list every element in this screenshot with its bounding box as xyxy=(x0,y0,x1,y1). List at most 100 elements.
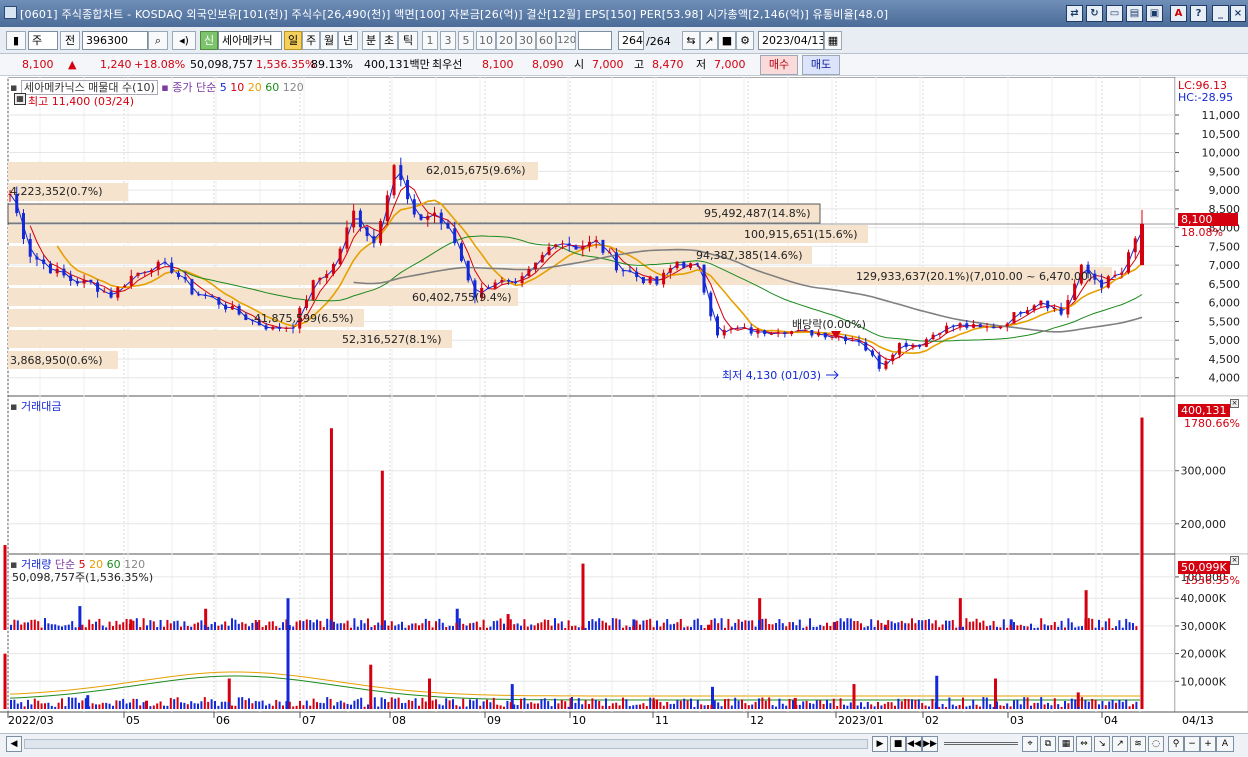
chart-type-icon[interactable]: ▮ xyxy=(6,31,26,50)
low-note: 최저 4,130 (01/03) xyxy=(722,369,822,382)
date-input[interactable]: 2023/04/13 xyxy=(758,31,824,50)
volume-panel-close-icon[interactable]: × xyxy=(1230,556,1239,565)
shape-tool-icon[interactable]: ◌ xyxy=(1148,736,1164,752)
amount-small-bar xyxy=(598,618,601,630)
period-tick[interactable]: 틱 xyxy=(398,31,418,50)
settings-gear-icon[interactable]: ⚙ xyxy=(736,31,754,50)
speaker-icon[interactable]: ◂) xyxy=(172,31,196,50)
trend-tool-icon[interactable]: ↗ xyxy=(1112,736,1128,752)
amount-small-bar xyxy=(367,618,369,630)
stock-code-input[interactable]: 396300 xyxy=(82,31,148,50)
volume-small-bar xyxy=(679,700,682,709)
play-icon[interactable]: ▶ xyxy=(872,736,888,752)
volume-small-bar xyxy=(295,705,298,709)
amount-small-bar xyxy=(414,623,417,630)
trend-icon[interactable]: ↗ xyxy=(700,31,718,50)
arrows-icon[interactable]: ⇔ xyxy=(1076,736,1092,752)
volume-small-bar xyxy=(1047,702,1049,709)
volume-small-bar xyxy=(843,704,845,709)
sell-button[interactable]: 매도 xyxy=(802,55,840,75)
crosshair-icon[interactable]: ⌖ xyxy=(1022,736,1038,752)
amount-small-bar xyxy=(577,627,580,630)
amount-panel-close-icon[interactable]: × xyxy=(1230,399,1239,408)
buy-button[interactable]: 매수 xyxy=(760,55,798,75)
amount-small-bar xyxy=(1043,624,1046,630)
volume-small-bar xyxy=(649,697,652,709)
period-minute[interactable]: 분 xyxy=(362,31,380,50)
amount-small-bar xyxy=(1087,618,1090,630)
layout-icon[interactable]: ▤ xyxy=(1126,5,1143,22)
amount-small-bar xyxy=(948,620,951,630)
minimize-icon[interactable]: _ xyxy=(1212,5,1229,22)
interval-60[interactable]: 60 xyxy=(536,31,556,50)
compare-icon[interactable]: ⇆ xyxy=(682,31,700,50)
volume-small-bar xyxy=(513,704,516,709)
link-icon[interactable]: ⇄ xyxy=(1066,5,1083,22)
volume-small-bar xyxy=(57,702,60,709)
volume-small-bar xyxy=(999,705,1002,709)
toggle-icon[interactable]: ▣ xyxy=(1146,5,1163,22)
chart-area[interactable]: 11,000 10,500 10,000 9,500 9,000 8,500 8,000 7,… xyxy=(0,76,1248,734)
period-day[interactable]: 일 xyxy=(284,31,302,50)
period-second[interactable]: 초 xyxy=(380,31,398,50)
line-tool-icon[interactable]: ↘ xyxy=(1094,736,1110,752)
candle-body xyxy=(284,327,288,329)
volume-small-bar xyxy=(441,705,444,709)
candle-body xyxy=(1046,300,1050,309)
alert-icon[interactable]: A xyxy=(1170,5,1187,22)
interval-1[interactable]: 1 xyxy=(422,31,438,50)
amount-small-bar xyxy=(316,619,318,630)
interval-10[interactable]: 10 xyxy=(476,31,496,50)
zoom-icon[interactable]: ⚲ xyxy=(1168,736,1184,752)
amount-small-bar xyxy=(676,622,679,630)
zoom-out-icon[interactable]: − xyxy=(1184,736,1200,752)
volume-small-bar xyxy=(401,703,403,709)
scroll-left-icon[interactable]: ◀ xyxy=(6,736,22,752)
interval-20[interactable]: 20 xyxy=(496,31,516,50)
custom-interval-field[interactable] xyxy=(578,31,612,50)
scroll-track[interactable] xyxy=(24,739,868,749)
candle-body xyxy=(150,269,153,273)
new-button[interactable]: 신 xyxy=(200,31,218,50)
search-icon[interactable]: ⌕ xyxy=(148,31,168,50)
stop-icon[interactable]: ■ xyxy=(890,736,906,752)
step-back-icon[interactable]: ◀◀ xyxy=(906,736,922,752)
copy-icon[interactable]: ⧉ xyxy=(1040,736,1056,752)
volume-small-bar xyxy=(472,700,475,709)
speed-slider[interactable] xyxy=(944,742,1018,745)
stock-name-field[interactable]: 세아메카닉 xyxy=(218,31,282,50)
interval-120[interactable]: 120 xyxy=(556,31,576,50)
volume-small-bar xyxy=(404,702,407,709)
period-year[interactable]: 년 xyxy=(338,31,358,50)
period-month[interactable]: 월 xyxy=(320,31,338,50)
interval-30[interactable]: 30 xyxy=(516,31,536,50)
zoom-in-icon[interactable]: + xyxy=(1200,736,1216,752)
volume-small-bar xyxy=(656,699,658,709)
fib-tool-icon[interactable]: ≋ xyxy=(1130,736,1146,752)
text-tool-icon[interactable]: A xyxy=(1216,736,1234,752)
unit-select[interactable]: 주 xyxy=(28,31,58,50)
chart-scrollbar: ◀ ▶ ■ ◀◀ ▶▶ ⌖ ⧉ ▦ ⇔ ↘ ↗ ≋ ◌ ⚲ − + A xyxy=(0,733,1248,757)
step-forward-icon[interactable]: ▶▶ xyxy=(922,736,938,752)
high-label: 고 xyxy=(634,58,645,71)
volume-small-bar xyxy=(911,699,913,709)
close-icon[interactable]: × xyxy=(1230,5,1246,22)
calendar-icon[interactable]: ▦ xyxy=(824,31,842,50)
bar-count-input[interactable]: 264 xyxy=(618,31,644,50)
save-icon[interactable]: ■ xyxy=(718,31,736,50)
amount-small-bar xyxy=(81,624,84,630)
chart-canvas[interactable]: 11,00010,50010,0009,5009,0008,5008,0007,… xyxy=(0,76,1248,734)
period-week[interactable]: 주 xyxy=(302,31,320,50)
refresh-icon[interactable]: ↻ xyxy=(1086,5,1103,22)
help-icon[interactable]: ? xyxy=(1190,5,1207,22)
grid-icon[interactable]: ▦ xyxy=(1058,736,1074,752)
interval-5[interactable]: 5 xyxy=(458,31,474,50)
volume-small-bar xyxy=(20,702,23,709)
jeon-button[interactable]: 전 xyxy=(60,31,80,50)
interval-3[interactable]: 3 xyxy=(440,31,456,50)
calc-icon[interactable]: ▦ xyxy=(14,93,26,105)
volume-small-bar xyxy=(992,706,995,709)
volume-small-bar xyxy=(945,706,947,709)
chart-toolbar: ▮ 주 전 396300 ⌕ ◂) 신 세아메카닉 일 주 월 년 분 초 틱 … xyxy=(0,27,1248,54)
window-list-icon[interactable]: ▭ xyxy=(1106,5,1123,22)
